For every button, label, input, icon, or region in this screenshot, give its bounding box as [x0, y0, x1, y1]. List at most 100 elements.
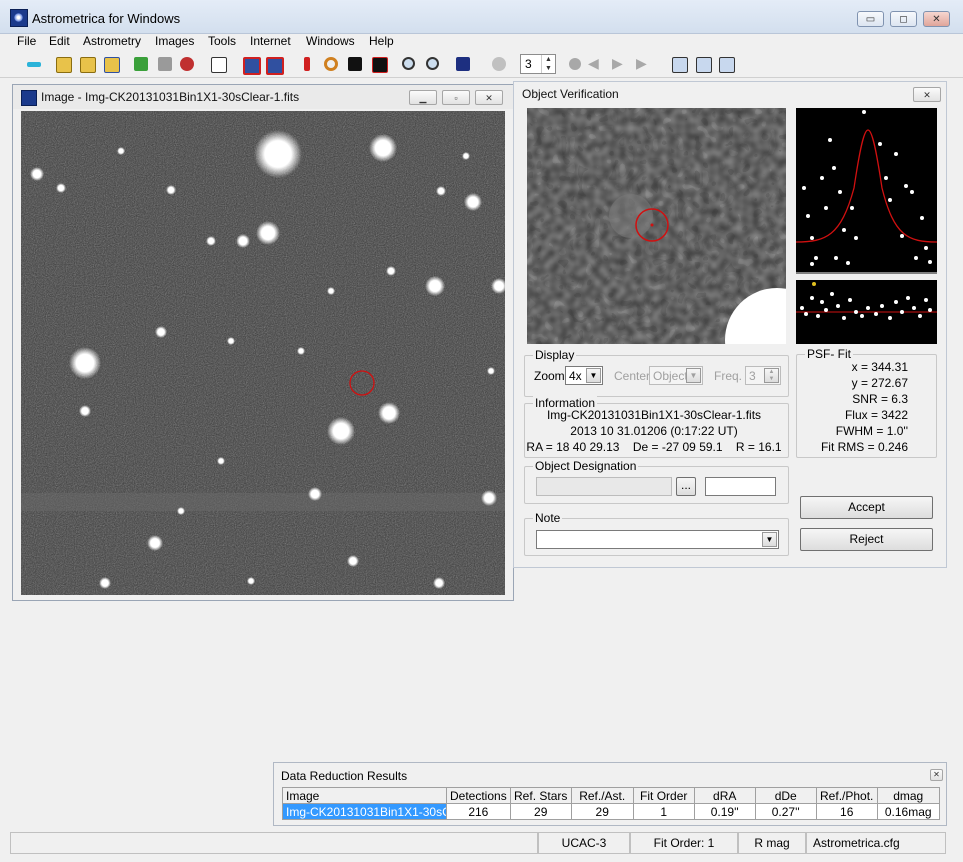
zoom-dropdown-icon[interactable]: ▼ [586, 368, 601, 383]
note-select[interactable]: ▼ [536, 530, 779, 549]
col-ref-ast[interactable]: Ref./Ast. [570, 787, 634, 804]
menu-internet[interactable]: Internet [250, 34, 291, 48]
status-catalog: UCAC-3 [538, 832, 630, 854]
col-dmag[interactable]: dmag [876, 787, 940, 804]
subtract-icon[interactable] [156, 55, 174, 73]
col-dde[interactable]: dDe [754, 787, 817, 804]
designation-legend: Object Designation [533, 459, 639, 473]
results-header-row: Image Detections Ref. Stars Ref./Ast. Fi… [282, 787, 940, 804]
frame-spinner[interactable]: 3 ▲ ▼ [520, 54, 556, 74]
col-ref-stars[interactable]: Ref. Stars [509, 787, 572, 804]
col-detections[interactable]: Detections [446, 787, 511, 804]
designation-number-input[interactable] [705, 477, 776, 496]
menu-bar: File Edit Astrometry Images Tools Intern… [0, 33, 963, 51]
blink-icon[interactable] [178, 55, 196, 73]
menu-edit[interactable]: Edit [49, 34, 70, 48]
center-dropdown-icon: ▼ [686, 368, 701, 383]
psf-legend: PSF- Fit [805, 347, 853, 361]
menu-astrometry[interactable]: Astrometry [83, 34, 141, 48]
app-title-bar: Astrometrica for Windows ▭ ◻ ✕ [0, 0, 963, 34]
open-folder-icon[interactable] [54, 55, 72, 73]
row-dde: 0.27'' [754, 803, 817, 820]
zoom-in-box-icon[interactable] [694, 55, 712, 73]
verification-titlebar: Object Verification ✕ [514, 82, 946, 106]
col-image[interactable]: Image [282, 787, 447, 804]
image-window: Image - Img-CK20131031Bin1X1-30sClear-1.… [12, 84, 514, 601]
zoomed-object-image[interactable] [527, 108, 786, 344]
connect-icon[interactable] [25, 55, 43, 73]
row-image[interactable]: Img-CK20131031Bin1X1-30sClear [282, 803, 447, 820]
open-images-icon[interactable] [78, 55, 96, 73]
play-icon: ▶ [636, 55, 647, 71]
image-window-titlebar: Image - Img-CK20131031Bin1X1-30sClear-1.… [13, 85, 513, 109]
target-icon[interactable] [298, 55, 316, 73]
zoom-fit-icon[interactable] [670, 55, 688, 73]
toolbar: ◀ ▶ ▶ [0, 51, 963, 78]
load-catalog-icon[interactable] [102, 55, 120, 73]
zoom-out-box-icon[interactable] [717, 55, 735, 73]
row-detections: 216 [446, 803, 511, 820]
row-dmag: 0.16mag [876, 803, 940, 820]
reject-button[interactable]: Reject [800, 528, 933, 551]
table-row[interactable]: Img-CK20131031Bin1X1-30sClear 216 29 29 … [282, 803, 940, 820]
image-icon [21, 90, 37, 106]
status-mag-band: R mag [738, 832, 806, 854]
image-maximize-button[interactable]: ▫ [442, 90, 470, 105]
spinner-arrows-icon[interactable]: ▲ ▼ [541, 55, 555, 73]
menu-file[interactable]: File [17, 34, 36, 48]
psf-fwhm: FWHM = 1.0'' [835, 424, 908, 438]
app-icon [10, 9, 28, 27]
info-filename: Img-CK20131031Bin1X1-30sClear-1.fits [546, 408, 762, 422]
psf-snr: SNR = 6.3 [852, 392, 908, 406]
zoom-out-icon[interactable] [424, 55, 442, 73]
col-ref-phot[interactable]: Ref./Phot. [815, 787, 878, 804]
menu-tools[interactable]: Tools [208, 34, 236, 48]
psf-residual-plot [796, 280, 937, 344]
display-legend: Display [533, 348, 577, 362]
results-close-button[interactable]: ✕ [930, 769, 943, 781]
delete-marks-icon[interactable] [241, 55, 261, 75]
psf-profile-plot [796, 108, 937, 274]
zoom-in-icon[interactable] [400, 55, 418, 73]
psf-flux: Flux = 3422 [844, 408, 908, 422]
close-button[interactable]: ✕ [923, 11, 950, 27]
zoom-select[interactable]: 4x ▼ [565, 366, 603, 385]
star-icon[interactable] [370, 55, 388, 73]
menu-windows[interactable]: Windows [306, 34, 355, 48]
row-ref-ast: 29 [570, 803, 634, 820]
circle-icon[interactable] [322, 55, 340, 73]
app-title: Astrometrica for Windows [32, 11, 181, 26]
zoom-label: Zoom [534, 369, 565, 383]
col-dra[interactable]: dRA [693, 787, 756, 804]
verification-close-button[interactable]: ✕ [913, 87, 941, 102]
step-back-icon: ◀ [588, 55, 599, 71]
star-field-image[interactable] [21, 111, 505, 595]
delete-all-icon[interactable] [264, 55, 284, 75]
note-dropdown-icon[interactable]: ▼ [762, 532, 777, 547]
add-icon[interactable] [132, 55, 150, 73]
frame-spinner-value: 3 [525, 57, 532, 71]
center-select: Object ▼ [649, 366, 703, 385]
col-fit-order[interactable]: Fit Order [632, 787, 695, 804]
image-close-button[interactable]: ✕ [475, 90, 503, 105]
freq-spinner-arrows-icon: ▲ ▼ [764, 368, 779, 383]
menu-images[interactable]: Images [155, 34, 194, 48]
freq-spinner: 3 ▲ ▼ [745, 366, 781, 385]
maximize-button[interactable]: ◻ [890, 11, 917, 27]
image-window-title: Image - Img-CK20131031Bin1X1-30sClear-1.… [41, 90, 300, 104]
status-blank [10, 832, 538, 854]
dice-icon[interactable] [454, 55, 472, 73]
row-fit-order: 1 [632, 803, 695, 820]
info-coordinates: RA = 18 40 29.13 De = -27 09 59.1 R = 16… [526, 440, 782, 454]
film-icon [490, 55, 508, 73]
moving-object-icon[interactable] [346, 55, 364, 73]
windows-icon[interactable] [209, 55, 227, 73]
menu-help[interactable]: Help [369, 34, 394, 48]
note-legend: Note [533, 511, 563, 525]
image-minimize-button[interactable]: ▁ [409, 90, 437, 105]
accept-button[interactable]: Accept [800, 496, 933, 519]
minimize-button[interactable]: ▭ [857, 11, 884, 27]
designation-browse-button[interactable]: ... [676, 477, 696, 496]
row-ref-stars: 29 [509, 803, 572, 820]
info-datetime: 2013 10 31.01206 (0:17:22 UT) [570, 424, 738, 438]
